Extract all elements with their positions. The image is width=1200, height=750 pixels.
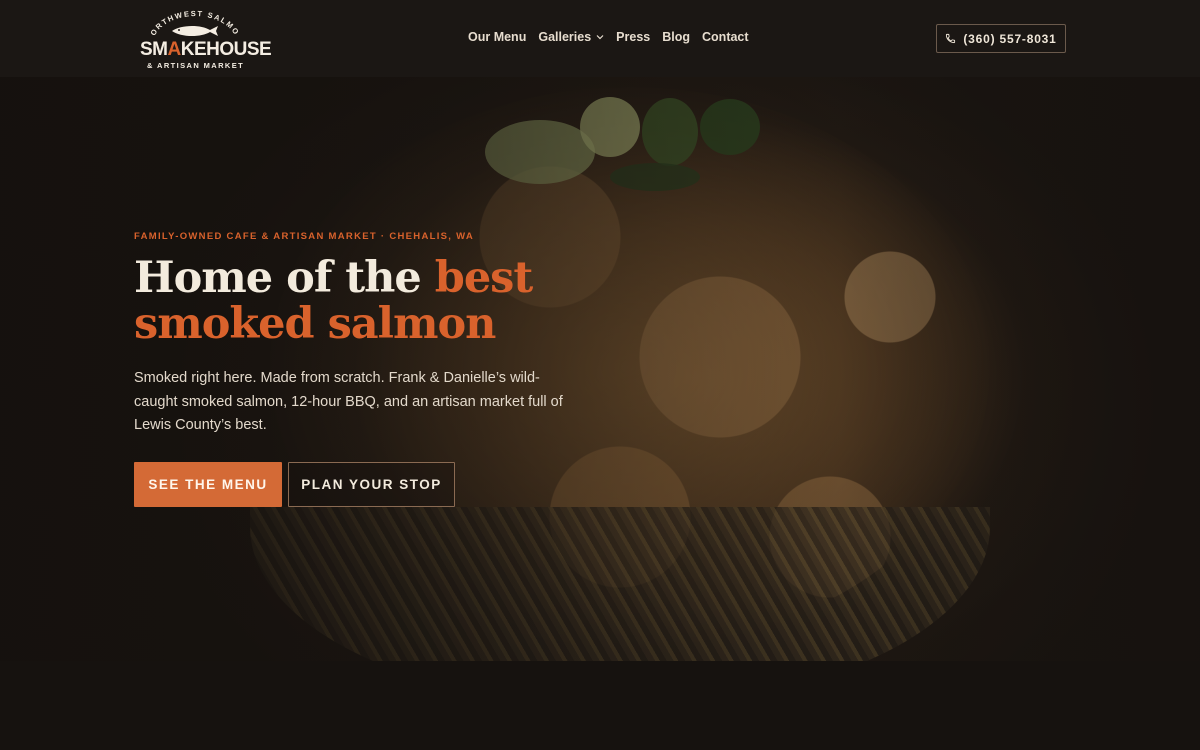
hero-eyebrow: FAMILY-OWNED CAFE & ARTISAN MARKET · CHE…	[134, 231, 475, 242]
main-nav: Our Menu Galleries Press Blog Contact	[468, 30, 761, 44]
brand-logo[interactable]: NORTHWEST SALMON SMAKEHOUSE & ARTISAN MA…	[138, 10, 272, 72]
logo-wordmark: SMAKEHOUSE	[140, 39, 272, 60]
chevron-down-icon	[596, 35, 604, 40]
nav-item-our-menu[interactable]: Our Menu	[468, 30, 526, 44]
nav-item-contact[interactable]: Contact	[702, 30, 749, 44]
salmon-icon	[172, 25, 218, 37]
nav-item-press[interactable]: Press	[616, 30, 650, 44]
nav-item-blog[interactable]: Blog	[662, 30, 690, 44]
site-header: NORTHWEST SALMON SMAKEHOUSE & ARTISAN MA…	[0, 0, 1200, 77]
phone-icon	[946, 33, 956, 44]
hero-headline: Home of the best smoked salmon	[134, 253, 533, 349]
nav-item-galleries[interactable]: Galleries	[538, 30, 604, 44]
hero-body: Smoked right here. Made from scratch. Fr…	[134, 370, 563, 433]
phone-number: (360) 557-8031	[963, 31, 1057, 46]
flame-letter: A	[167, 39, 182, 60]
see-menu-button[interactable]: SEE THE MENU	[134, 462, 282, 507]
plan-stop-button[interactable]: PLAN YOUR STOP	[288, 462, 455, 507]
logo-tagline: & ARTISAN MARKET	[147, 61, 245, 70]
phone-button[interactable]: (360) 557-8031	[936, 24, 1066, 53]
